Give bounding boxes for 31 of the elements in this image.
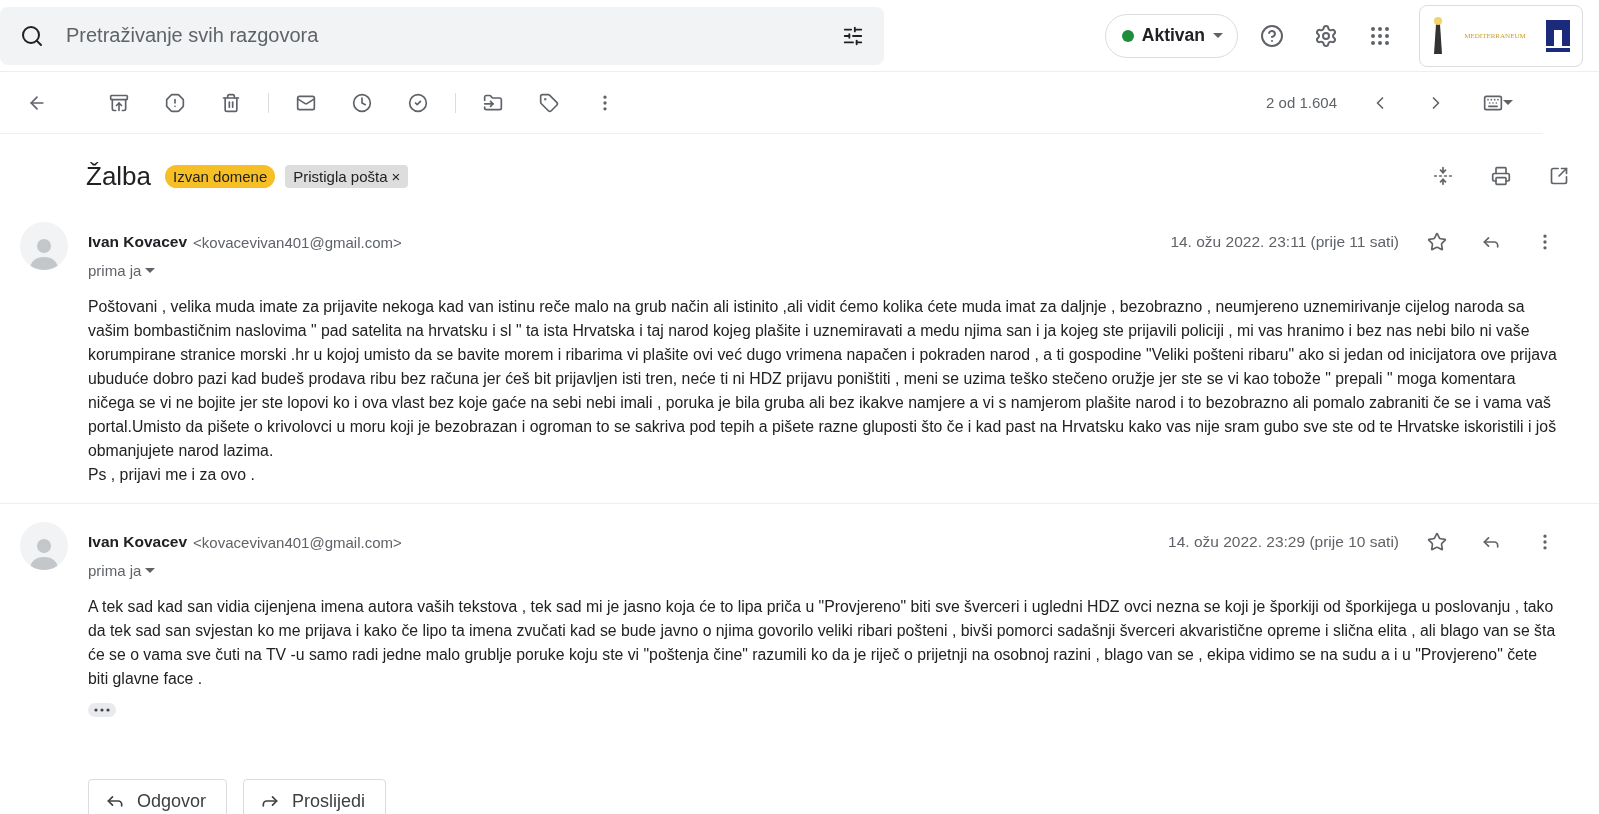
message-body: A tek sad kad san vidia cijenjena imena autora vaših tekstova , tek sad mi je jasno koja će to lipa priča u "Provjereno" biti sve šverceri i ugledni HDZ ovci nezna se koji je šporkiji od šporkijega u poslovanju , tako da tek sad san svjestan ko me prijava i kako če lipo ta imena zvučati kad se bude javno o njima govorilo veliki ribari pošteni , bivši pomorci sadašnji šverceri akvaristične opreme i slična elita , ali blago van se šta će se o vama sve čuti na TV -u samo radi jedne malo grublje poruke koju ste vi "poštenja čine" razumili ko da je riječ o prijetnji na osobnoj razini , blago van se , ekipa vidimo se na sudu a i u "Provjereno" čete biti glavne face . — [88, 597, 1557, 689]
forward-button[interactable]: Proslijedi — [243, 779, 387, 814]
recipients-text: prima ja — [88, 262, 142, 279]
avatar-icon — [20, 222, 68, 270]
caret-icon — [145, 268, 156, 273]
label-chip[interactable]: Izvan domene — [165, 164, 276, 188]
sliders-icon — [842, 24, 864, 47]
pager-text: 2 od 1.604 — [1266, 94, 1337, 111]
label-chip[interactable]: Pristigla pošta × — [285, 164, 409, 188]
message-date: 14. ožu 2022. 23:11 (prije 11 sati) — [1170, 233, 1399, 251]
sender-name: Ivan Kovacev — [88, 533, 188, 551]
lighthouse-icon — [1432, 15, 1444, 56]
sender-email: <kovacevivan401@gmail.com> — [193, 233, 402, 251]
reply-button[interactable]: Odgovor — [88, 779, 228, 814]
emblem-icon — [1546, 19, 1570, 52]
message-body: Ps , prijavi me i za ovo . — [88, 465, 256, 485]
search-icon — [20, 23, 44, 48]
status-button[interactable]: Aktivan — [1104, 13, 1238, 58]
message-body: Poštovani , velika muda imate za prijavite nekoga kad van istinu reče malo na grub način ali istinito ,ali vidit ćemo kolika ćete muda imat za daljnje , bezobrazno , neumjereno uznemirivanje cijelog naroda sa vašim bombastičnim naslovima " pad satelita na hrvatsku i sl " ta ista Hrvatska i taj narod kojeg plašite i uznemiravati a medu njima san i ja kojeg ste prijavili policiji , mi vas hranimo i bez nas nebi bilo ni vaše korumpirane stranice morski .hr u kojoj umisto da se bavite morem i ribarima vi plašite ovi već dugo vrimena napačen i pokraden narod , a ti gospodine "Veliki pošteni ribaru" ako si jedan od inicijatora ove prijava ubuduće dobro pazi kad budeš prodava ribu bez računa jer ćeš bit prijavljen isti tren, neće ti ni HDZ prijavu poništiti , meni se uzima teško stečeno oružje jer ste se vi kao tobože " prepali " moga komentara ničega se vi ne bojite jer ste lopovi ko i ova vlast bez koje gaće na sebi nebi imali , poruka je bila gruba ali bez ikakve namjere a vi s namjerom plašite narod i to bezobrazno ali pomalo zabraniti če se i vama vaš portal.Umisto da pišete o krivolovci u moru koji je bezobrazan i ogroman to se sakriva pod tepih a pišete razne gluposti što če i kad past na Hrvatsku kako vas nije sram gubo sve ste od te Hrvatske iskoristili i još obmanjujete narod lazima. — [88, 297, 1558, 461]
search-input[interactable]: Pretraživanje svih razgovora — [64, 23, 822, 48]
caret-icon — [1213, 33, 1223, 38]
message-date: 14. ožu 2022. 23:29 (prije 10 sati) — [1168, 533, 1399, 551]
subject-title: Žalba — [86, 160, 152, 192]
avatar-icon — [20, 522, 68, 570]
ellipsis-icon — [94, 708, 110, 712]
show-trimmed-button[interactable] — [88, 703, 116, 717]
search-field[interactable]: Pretraživanje svih razgovora — [0, 6, 884, 65]
recipients-text: prima ja — [88, 562, 142, 579]
sender-email: <kovacevivan401@gmail.com> — [193, 533, 402, 551]
sender-name: Ivan Kovacev — [88, 233, 188, 251]
caret-icon — [145, 568, 156, 573]
